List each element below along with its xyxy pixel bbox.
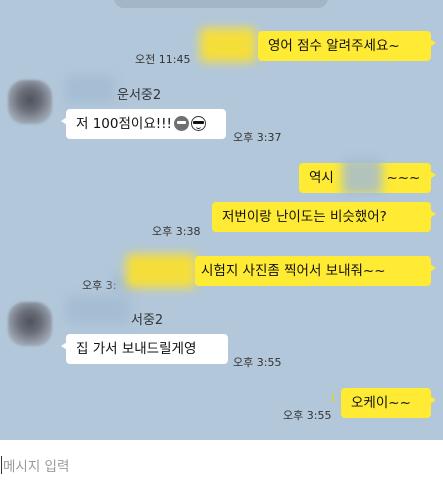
message-text: 오케이~~ (351, 395, 411, 411)
incoming-message[interactable]: 집 가서 보내드릴게영 (61, 334, 228, 364)
avatar[interactable] (8, 80, 52, 124)
message-text: 저 100점이요!!! (76, 116, 172, 132)
outgoing-message[interactable]: 영어 점수 알려주세요~ (258, 31, 436, 61)
redacted-area (342, 157, 382, 195)
unread-count: 1 (330, 393, 337, 404)
chat-area[interactable]: 오전 11:45 영어 점수 알려주세요~ 운서중2 저 100점이요!!! 오… (0, 0, 443, 440)
redacted-area (66, 75, 114, 103)
message-time: 오후 3:38 (152, 225, 201, 238)
message-text: 역시 (309, 170, 334, 186)
avatar[interactable] (8, 302, 52, 346)
message-time: 오전 11:45 (135, 53, 191, 66)
outgoing-message[interactable]: 오케이~~ (341, 388, 436, 418)
message-time: 오후 3:37 (233, 131, 282, 144)
message-text: 집 가서 보내드릴게영 (76, 341, 197, 357)
message-input-bar (0, 440, 443, 494)
incoming-message[interactable]: 저 100점이요!!! (61, 109, 226, 139)
sender-name[interactable]: 서중2 (131, 309, 163, 328)
text-caret (1, 456, 2, 474)
redacted-area (66, 296, 130, 324)
message-time: 오후 3:55 (233, 356, 282, 369)
date-divider-pill (114, 0, 328, 8)
redacted-area (126, 254, 196, 288)
outgoing-message[interactable]: 시험지 사진좀 찍어서 보내줘~~ (195, 256, 436, 286)
message-input[interactable] (0, 455, 303, 479)
outgoing-message[interactable]: 저번이랑 난이도는 비슷했어? (212, 202, 436, 232)
sunglasses-face-icon (190, 116, 206, 131)
message-text: 영어 점수 알려주세요~ (268, 38, 400, 54)
message-text: 시험지 사진좀 찍어서 보내줘~~ (201, 263, 386, 279)
gray-face-icon (173, 116, 189, 131)
redacted-area (200, 28, 256, 62)
message-text-suffix: ~~~ (386, 170, 421, 186)
sender-name[interactable]: 운서중2 (117, 84, 161, 103)
message-time: 오후 3:55 (283, 409, 332, 422)
message-text: 저번이랑 난이도는 비슷했어? (222, 209, 387, 225)
